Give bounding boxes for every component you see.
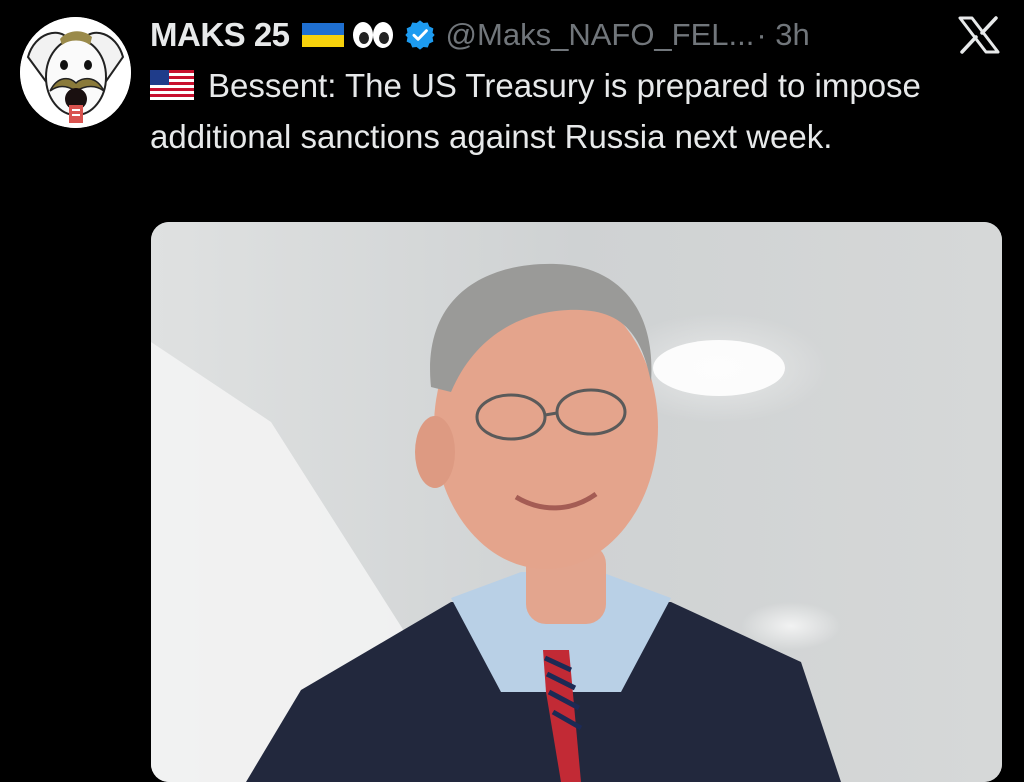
x-logo-icon[interactable] — [958, 16, 1000, 54]
photo-of-man-in-suit — [151, 222, 1002, 782]
avatar-dog-illustration — [20, 17, 131, 128]
ukraine-flag-emoji — [301, 21, 344, 49]
tweet-media-image[interactable] — [151, 222, 1002, 782]
avatar[interactable] — [20, 17, 131, 128]
display-name[interactable]: MAKS 25 — [150, 16, 290, 54]
timestamp[interactable]: · 3h — [756, 17, 809, 53]
verified-badge-icon — [404, 19, 436, 51]
tweet-text-container: Bessent: The US Treasury is prepared to … — [150, 62, 980, 161]
tweet-text: Bessent: The US Treasury is prepared to … — [150, 67, 921, 155]
us-flag-emoji — [150, 65, 194, 113]
eyes-emoji — [352, 20, 394, 50]
tweet-header: MAKS 25 @Maks_NAFO_FEL... · 3h — [150, 14, 810, 56]
user-handle[interactable]: @Maks_NAFO_FEL... — [446, 17, 755, 53]
